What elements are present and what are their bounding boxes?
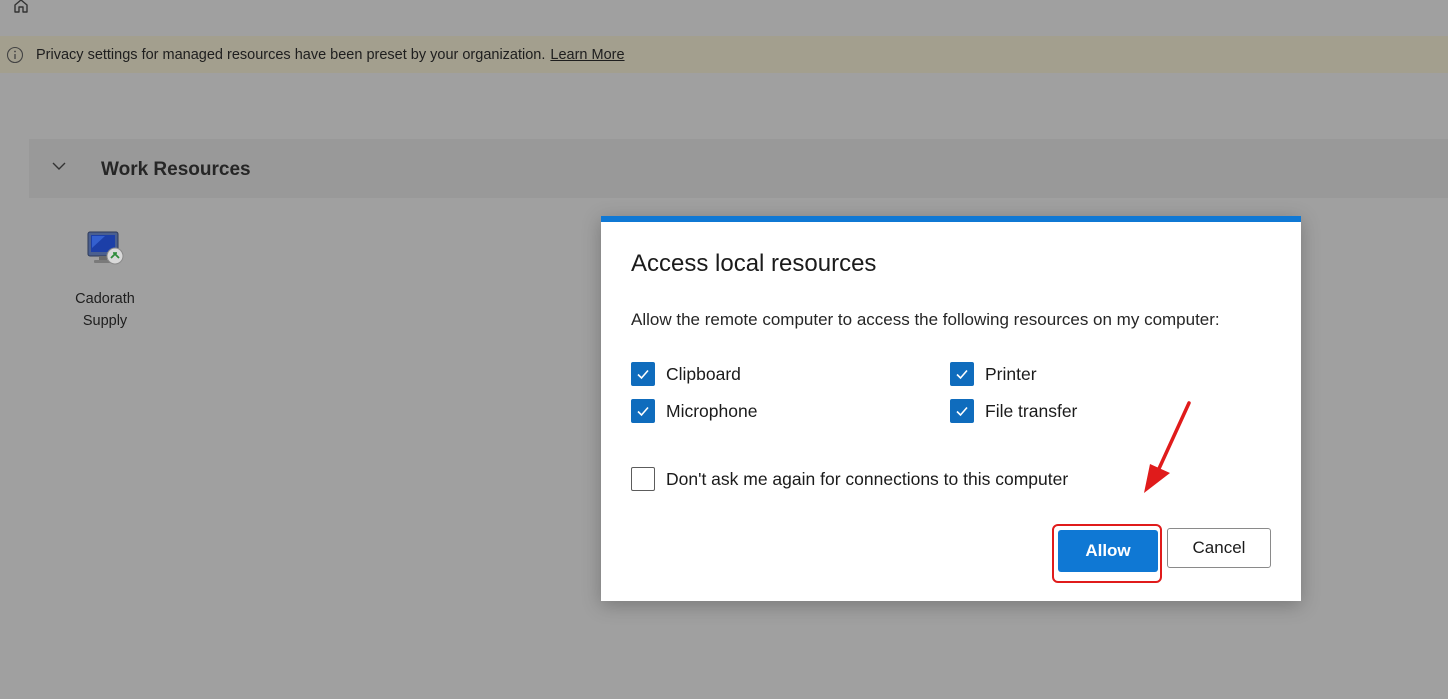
privacy-banner: Privacy settings for managed resources h…	[0, 36, 1448, 73]
remote-desktop-icon	[87, 231, 124, 265]
info-icon	[6, 46, 24, 63]
allow-button[interactable]: Allow	[1058, 530, 1158, 572]
file-transfer-option[interactable]: File transfer	[950, 399, 1077, 423]
clipboard-option[interactable]: Clipboard	[631, 362, 741, 386]
dialog-title: Access local resources	[631, 250, 877, 277]
banner-text: Privacy settings for managed resources h…	[36, 46, 546, 63]
microphone-option[interactable]: Microphone	[631, 399, 757, 423]
printer-label: Printer	[985, 363, 1037, 384]
file-transfer-label: File transfer	[985, 400, 1078, 421]
resource-label: Cadorath Supply	[60, 288, 150, 332]
printer-option[interactable]: Printer	[950, 362, 1037, 386]
chevron-down-icon[interactable]	[51, 160, 67, 172]
resource-label-line2: Supply	[82, 313, 128, 329]
resource-label-line1: Cadorath	[75, 291, 135, 307]
file-transfer-checkbox[interactable]	[950, 399, 974, 423]
clipboard-label: Clipboard	[666, 363, 741, 384]
dont-ask-option[interactable]: Don't ask me again for connections to th…	[631, 467, 1068, 491]
dont-ask-checkbox[interactable]	[631, 467, 655, 491]
microphone-checkbox[interactable]	[631, 399, 655, 423]
access-local-resources-dialog: Access local resources Allow the remote …	[601, 216, 1301, 601]
learn-more-link[interactable]: Learn More	[550, 47, 624, 63]
app-window: Privacy settings for managed resources h…	[0, 0, 1448, 699]
dont-ask-label: Don't ask me again for connections to th…	[666, 468, 1069, 489]
clipboard-checkbox[interactable]	[631, 362, 655, 386]
printer-checkbox[interactable]	[950, 362, 974, 386]
checkmark-icon	[637, 369, 649, 380]
work-resources-header[interactable]: Work Resources	[29, 139, 1448, 198]
checkmark-icon	[956, 406, 968, 417]
dialog-description: Allow the remote computer to access the …	[631, 310, 1220, 329]
group-title: Work Resources	[101, 159, 251, 180]
checkmark-icon	[637, 406, 649, 417]
resource-tile[interactable]: Cadorath Supply	[60, 226, 150, 336]
microphone-label: Microphone	[666, 400, 758, 421]
cancel-button[interactable]: Cancel	[1167, 528, 1271, 568]
checkmark-icon	[956, 369, 968, 380]
home-icon[interactable]	[12, 0, 30, 14]
